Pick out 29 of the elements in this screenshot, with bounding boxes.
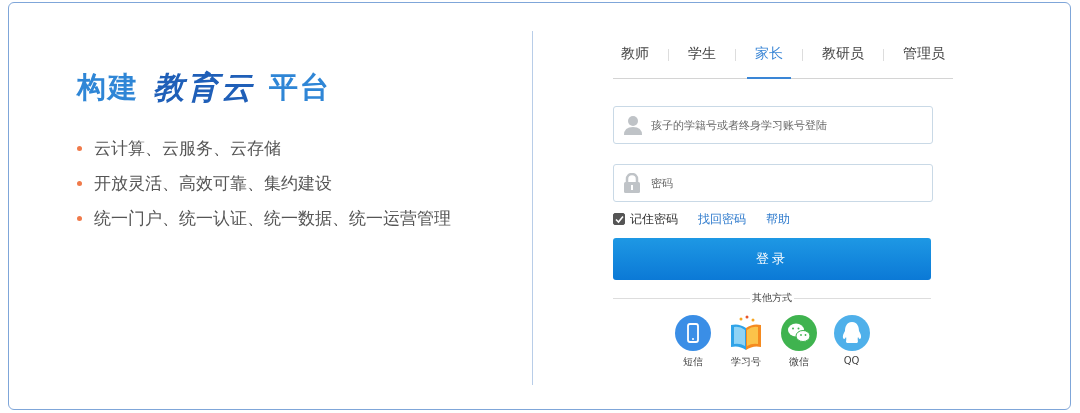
phone-icon bbox=[674, 315, 711, 351]
account-field[interactable]: 孩子的学籍号或者终身学习账号登陆 bbox=[613, 106, 933, 144]
role-tab[interactable]: 家长 bbox=[747, 31, 791, 79]
remember-label[interactable]: 记住密码 bbox=[630, 210, 678, 228]
link[interactable]: 帮助 bbox=[766, 210, 790, 228]
password-field[interactable]: 密码 bbox=[613, 164, 933, 202]
login-method[interactable]: 学习号 bbox=[727, 315, 764, 369]
login-method[interactable]: 短信 bbox=[674, 315, 711, 369]
penguin-icon bbox=[833, 315, 870, 351]
chat-bubbles-icon bbox=[780, 315, 817, 351]
role-tab[interactable]: 教师 bbox=[613, 31, 657, 79]
login-button[interactable]: 登录 bbox=[613, 238, 931, 280]
role-tab[interactable]: 管理员 bbox=[895, 31, 953, 79]
other-methods-label: 其他方式 bbox=[751, 291, 793, 305]
bullet-icon bbox=[77, 146, 82, 151]
role-tab[interactable]: 教研员 bbox=[814, 31, 872, 79]
bullet-icon bbox=[77, 181, 82, 186]
login-method[interactable]: QQ bbox=[833, 315, 870, 369]
headline-text: 构建 bbox=[77, 69, 139, 106]
headline-text: 教育云 bbox=[153, 68, 255, 107]
feature-text: 统一门户、统一认证、统一数据、统一运营管理 bbox=[94, 207, 451, 230]
feature-text: 云计算、云服务、云存储 bbox=[94, 137, 281, 160]
link[interactable]: 找回密码 bbox=[698, 210, 746, 228]
headline-text: 平台 bbox=[269, 69, 331, 106]
role-tab[interactable]: 学生 bbox=[680, 31, 724, 79]
bullet-icon bbox=[77, 216, 82, 221]
feature-text: 开放灵活、高效可靠、集约建设 bbox=[94, 172, 332, 195]
remember-checkbox[interactable] bbox=[613, 213, 625, 225]
login-method[interactable]: 微信 bbox=[780, 315, 817, 369]
